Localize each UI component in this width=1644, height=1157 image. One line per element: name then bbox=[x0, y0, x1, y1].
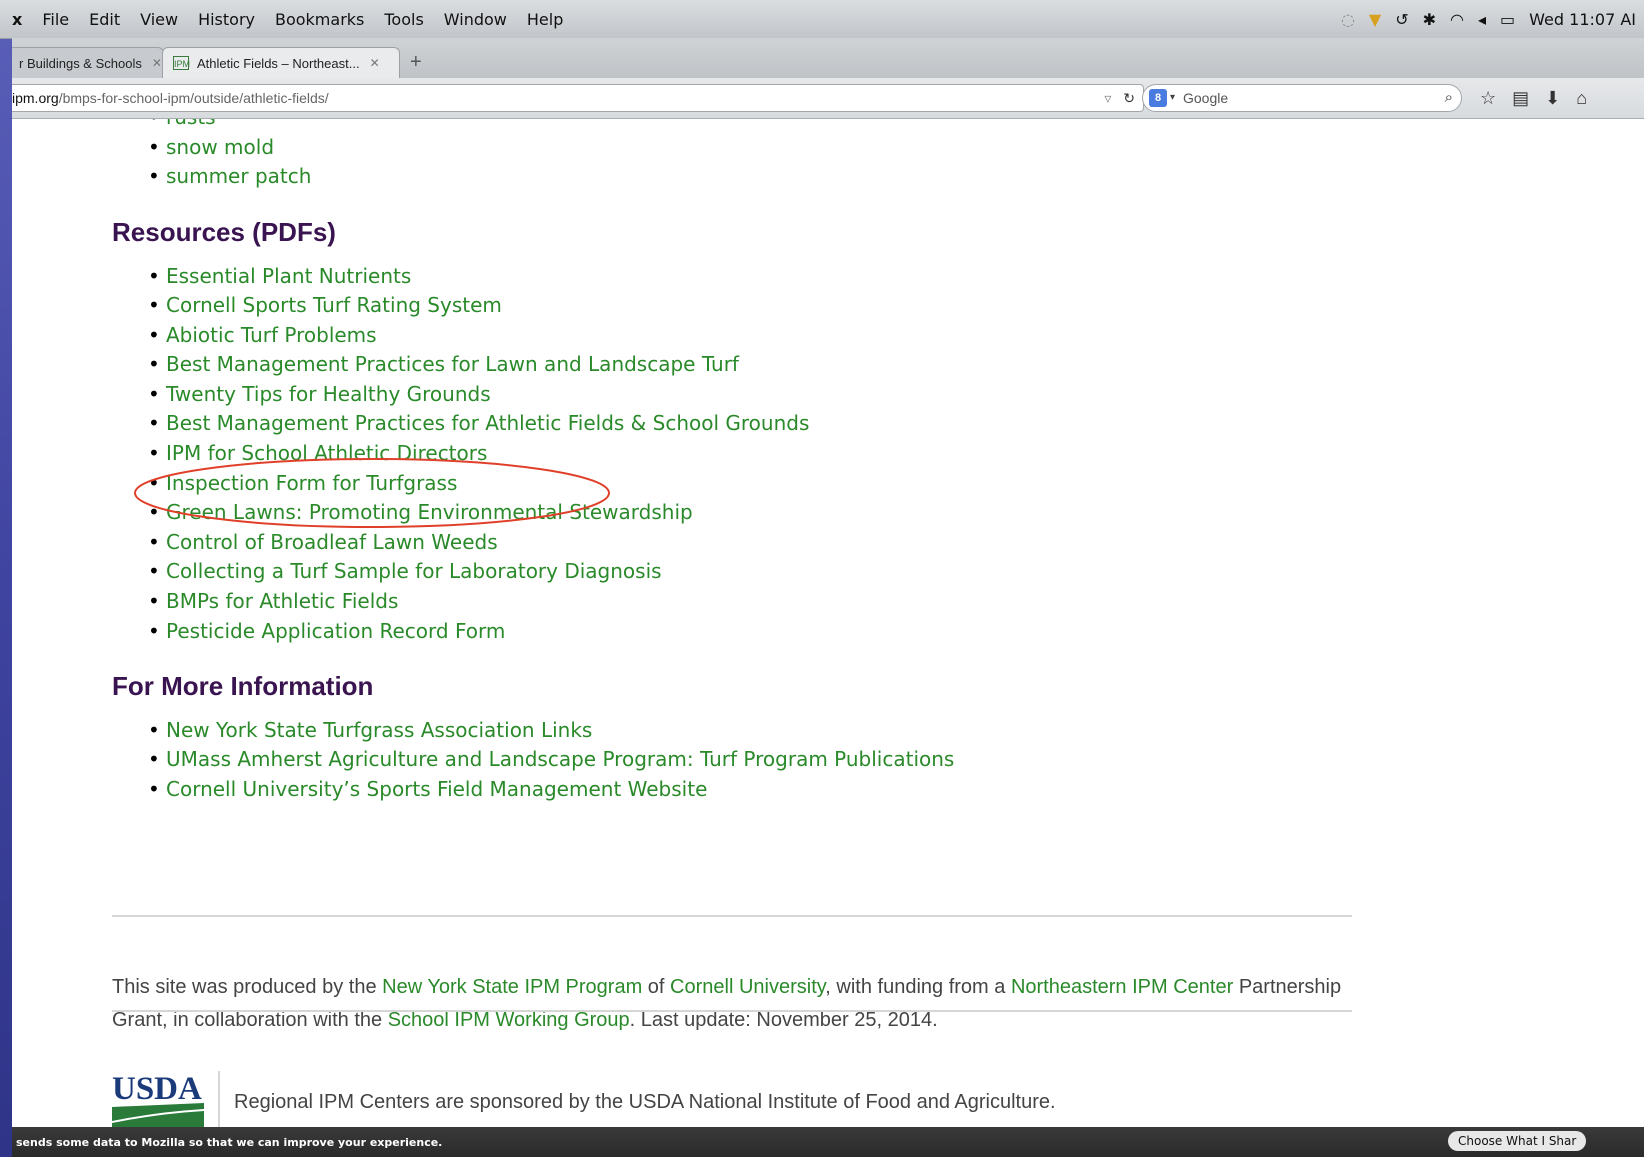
list-item[interactable]: snow mold bbox=[148, 135, 274, 159]
info-link[interactable]: New York State Turfgrass Association Lin… bbox=[148, 718, 592, 742]
usda-sponsor-text: Regional IPM Centers are sponsored by th… bbox=[234, 1091, 1056, 1113]
status-area: ◌ ▼ ↺ ✱ ◠ ◂ ▭ Wed 11:07 AI bbox=[1341, 0, 1636, 38]
wifi-icon[interactable]: ◠ bbox=[1450, 10, 1464, 29]
resource-link[interactable]: BMPs for Athletic Fields bbox=[148, 589, 398, 613]
school-ipm-working-group-link[interactable]: School IPM Working Group bbox=[388, 1009, 630, 1031]
time-machine-icon[interactable]: ↺ bbox=[1395, 10, 1408, 29]
divider bbox=[112, 915, 1352, 917]
divider bbox=[112, 1010, 1352, 1012]
resource-link[interactable]: Essential Plant Nutrients bbox=[148, 264, 411, 288]
resources-heading: Resources (PDFs) bbox=[112, 217, 336, 247]
shield-icon[interactable]: ▼ bbox=[1369, 10, 1381, 29]
cornell-link[interactable]: Cornell University bbox=[670, 976, 825, 998]
menu-bookmarks[interactable]: Bookmarks bbox=[265, 10, 374, 29]
choose-what-i-share-button[interactable]: Choose What I Shar bbox=[1448, 1131, 1587, 1151]
url-bar[interactable]: ipm.org/bmps-for-school-ipm/outside/athl… bbox=[12, 84, 1144, 112]
footer-text: of bbox=[642, 976, 671, 998]
notification-message: sends some data to Mozilla so that we ca… bbox=[16, 1136, 443, 1149]
navigation-bar: ipm.org/bmps-for-school-ipm/outside/athl… bbox=[12, 78, 1644, 119]
bookmark-star-icon[interactable]: ☆ bbox=[1480, 88, 1496, 109]
url-domain: ipm.org bbox=[12, 90, 59, 106]
search-placeholder: Google bbox=[1183, 90, 1229, 106]
battery-icon[interactable]: ▭ bbox=[1500, 10, 1515, 29]
home-icon[interactable]: ⌂ bbox=[1576, 88, 1587, 109]
footer-text: , with funding from a bbox=[825, 976, 1011, 998]
footer-text: . Last update: November 25, 2014. bbox=[629, 1009, 938, 1031]
bookmarks-list-icon[interactable]: ▤ bbox=[1512, 88, 1529, 109]
search-bar[interactable]: 8 ▾ Google ⌕ bbox=[1142, 84, 1462, 112]
menu-help[interactable]: Help bbox=[517, 10, 573, 29]
dropdown-icon[interactable]: ▿ bbox=[1104, 90, 1111, 106]
resource-link[interactable]: Best Management Practices for Lawn and L… bbox=[148, 352, 739, 376]
list-item[interactable]: rusts bbox=[148, 119, 215, 129]
url-bar-icons: ▿ ↻ bbox=[1104, 85, 1135, 111]
info-link[interactable]: Cornell University’s Sports Field Manage… bbox=[148, 777, 707, 801]
ipm-favicon-icon: IPM bbox=[173, 56, 190, 70]
bluetooth-icon[interactable]: ✱ bbox=[1423, 10, 1436, 29]
search-icon[interactable]: ⌕ bbox=[1445, 85, 1453, 111]
mac-menu-bar: x File Edit View History Bookmarks Tools… bbox=[0, 0, 1644, 39]
new-tab-icon[interactable]: + bbox=[410, 51, 422, 74]
app-menu[interactable]: x bbox=[0, 10, 32, 29]
menu-file[interactable]: File bbox=[32, 10, 79, 29]
browser-window: r Buildings & Schools ✕ IPM Athletic Fie… bbox=[12, 38, 1644, 1157]
list-item[interactable]: summer patch bbox=[148, 164, 311, 188]
close-icon[interactable]: ✕ bbox=[152, 56, 162, 70]
page-content: rusts snow mold summer patch Resources (… bbox=[12, 119, 1644, 1127]
usda-logo-text: USDA bbox=[112, 1071, 202, 1107]
reload-icon[interactable]: ↻ bbox=[1123, 90, 1135, 106]
resource-link[interactable]: Abiotic Turf Problems bbox=[148, 323, 377, 347]
chevron-down-icon[interactable]: ▾ bbox=[1170, 85, 1175, 111]
resource-link[interactable]: Best Management Practices for Athletic F… bbox=[148, 411, 809, 435]
downloads-icon[interactable]: ⬇ bbox=[1545, 88, 1560, 109]
menu-window[interactable]: Window bbox=[434, 10, 517, 29]
more-info-heading: For More Information bbox=[112, 671, 374, 701]
menu-tools[interactable]: Tools bbox=[374, 10, 433, 29]
menu-view[interactable]: View bbox=[130, 10, 188, 29]
logo-divider bbox=[218, 1071, 220, 1127]
tab-buildings-schools[interactable]: r Buildings & Schools ✕ bbox=[12, 47, 164, 78]
tab-athletic-fields[interactable]: IPM Athletic Fields – Northeast... ✕ bbox=[162, 47, 400, 78]
clock[interactable]: Wed 11:07 AI bbox=[1529, 10, 1636, 29]
url-path: /bmps-for-school-ipm/outside/athletic-fi… bbox=[58, 90, 329, 106]
menu-edit[interactable]: Edit bbox=[79, 10, 130, 29]
resource-link[interactable]: Collecting a Turf Sample for Laboratory … bbox=[148, 559, 662, 583]
resource-link[interactable]: Cornell Sports Turf Rating System bbox=[148, 293, 502, 317]
close-icon[interactable]: ✕ bbox=[370, 56, 380, 70]
resource-link[interactable]: Twenty Tips for Healthy Grounds bbox=[148, 382, 491, 406]
volume-icon[interactable]: ◂ bbox=[1478, 10, 1486, 29]
tab-title: Athletic Fields – Northeast... bbox=[197, 55, 360, 71]
red-annotation-ellipse bbox=[134, 458, 610, 528]
footer-text: This site was produced by the bbox=[112, 976, 383, 998]
toolbar-icons: ☆ ▤ ⬇ ⌂ bbox=[1480, 84, 1587, 112]
data-reporting-notification-bar: sends some data to Mozilla so that we ca… bbox=[12, 1127, 1644, 1157]
nys-ipm-link[interactable]: New York State IPM Program bbox=[382, 976, 642, 998]
usda-logo[interactable]: USDA bbox=[112, 1071, 204, 1127]
sync-icon[interactable]: ◌ bbox=[1341, 10, 1355, 29]
menu-history[interactable]: History bbox=[188, 10, 265, 29]
northeastern-ipm-link[interactable]: Northeastern IPM Center bbox=[1011, 976, 1233, 998]
resource-link[interactable]: Pesticide Application Record Form bbox=[148, 619, 505, 643]
footer-credits: This site was produced by the New York S… bbox=[112, 971, 1372, 1037]
info-link[interactable]: UMass Amherst Agriculture and Landscape … bbox=[148, 747, 954, 771]
tab-title: r Buildings & Schools bbox=[19, 55, 142, 71]
tab-strip: r Buildings & Schools ✕ IPM Athletic Fie… bbox=[12, 38, 1644, 79]
google-engine-icon[interactable]: 8 bbox=[1149, 89, 1167, 107]
